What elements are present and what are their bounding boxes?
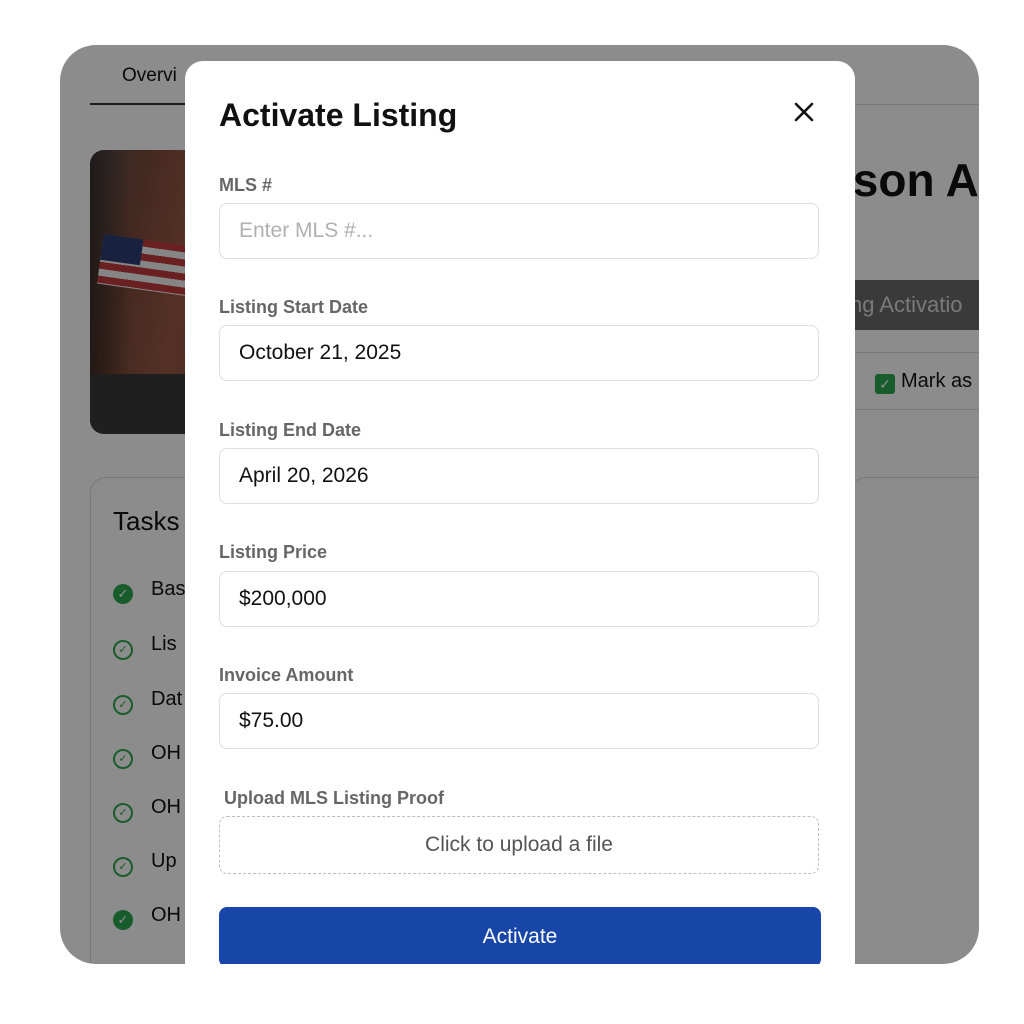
end-date-field[interactable]: [219, 448, 819, 504]
activate-listing-modal: Activate Listing MLS # Listing Start Dat…: [185, 61, 855, 964]
start-date-input[interactable]: [220, 326, 818, 380]
end-date-input[interactable]: [220, 449, 818, 503]
upload-label: Upload MLS Listing Proof: [224, 788, 444, 808]
mls-field[interactable]: [219, 203, 819, 259]
mls-input[interactable]: [220, 204, 818, 258]
price-input[interactable]: [220, 572, 818, 626]
invoice-label: Invoice Amount: [219, 665, 354, 685]
activate-button[interactable]: Activate: [219, 907, 821, 964]
modal-title: Activate Listing: [219, 97, 458, 133]
close-button[interactable]: [789, 97, 819, 127]
start-date-label: Listing Start Date: [219, 297, 369, 317]
app-frame: Overvi ison A ng Activatio ✓ Mark as Task…: [60, 45, 979, 964]
price-field[interactable]: [219, 571, 819, 627]
invoice-field[interactable]: [219, 693, 819, 749]
invoice-input[interactable]: [220, 694, 818, 748]
price-label: Listing Price: [219, 542, 328, 562]
upload-dropzone[interactable]: Click to upload a file: [219, 816, 819, 874]
end-date-label: Listing End Date: [219, 420, 362, 440]
start-date-field[interactable]: [219, 325, 819, 381]
close-icon: [794, 102, 814, 122]
mls-label: MLS #: [219, 175, 273, 195]
